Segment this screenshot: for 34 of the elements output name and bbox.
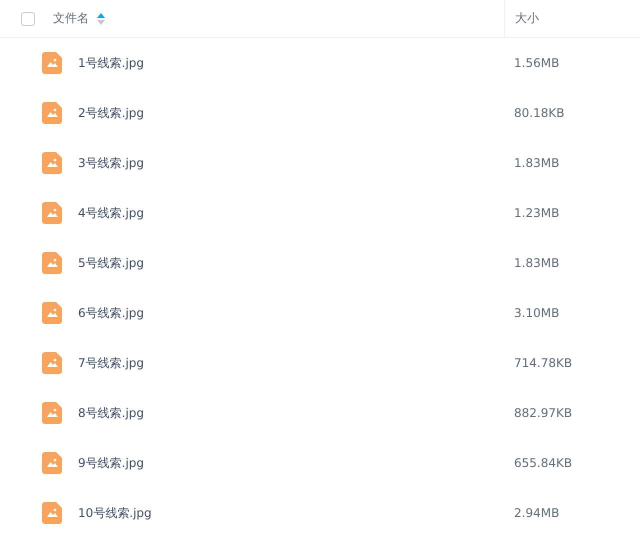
image-file-icon (42, 502, 62, 524)
file-name[interactable]: 9号线索.jpg (78, 454, 144, 472)
file-name[interactable]: 8号线索.jpg (78, 404, 144, 422)
image-file-icon (42, 202, 62, 224)
file-size: 714.78KB (513, 356, 574, 370)
file-name[interactable]: 1号线索.jpg (78, 54, 144, 72)
file-name[interactable]: 6号线索.jpg (78, 304, 144, 322)
select-all-checkbox[interactable] (21, 12, 35, 26)
file-size: 1.23MB (513, 206, 560, 220)
image-file-icon (42, 352, 62, 374)
file-size: 1.56MB (513, 56, 560, 70)
image-file-icon (42, 52, 62, 74)
image-file-icon (42, 452, 62, 474)
file-size: 1.83MB (513, 256, 560, 270)
column-header[interactable]: 文件名 (53, 10, 89, 27)
image-file-icon (42, 402, 62, 424)
file-name[interactable]: 2号线索.jpg (78, 104, 144, 122)
file-size: 3.10MB (513, 306, 560, 320)
sort-icon[interactable] (97, 12, 105, 24)
file-size: 882.97KB (513, 406, 574, 420)
file-name[interactable]: 4号线索.jpg (78, 204, 144, 222)
file-size: 2.94MB (513, 506, 560, 520)
image-file-icon (42, 102, 62, 124)
file-name[interactable]: 3号线索.jpg (78, 154, 144, 172)
image-file-icon (42, 302, 62, 324)
image-file-icon (42, 152, 62, 174)
file-name[interactable]: 5号线索.jpg (78, 254, 144, 272)
column-header[interactable]: 大小 (515, 10, 539, 27)
file-size: 80.18KB (513, 106, 566, 120)
file-size: 1.83MB (513, 156, 560, 170)
image-file-icon (42, 252, 62, 274)
file-name[interactable]: 7号线索.jpg (78, 354, 144, 372)
file-size: 655.84KB (513, 456, 574, 470)
file-name[interactable]: 10号线索.jpg (78, 504, 152, 522)
